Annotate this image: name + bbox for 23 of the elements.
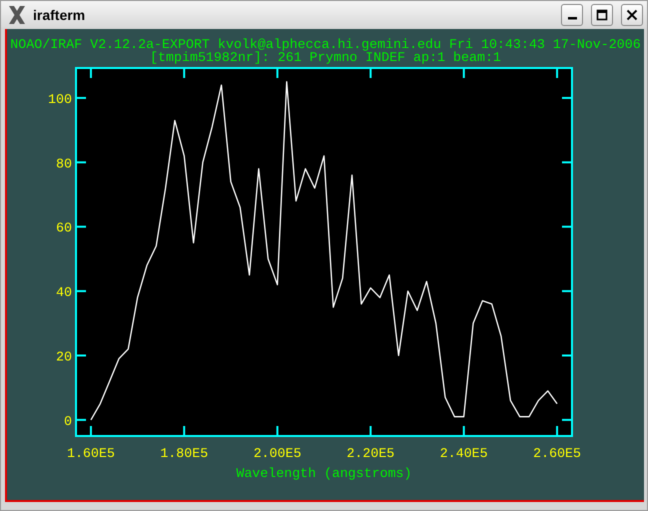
x-tick-label: 2.20E5 (346, 446, 394, 461)
close-button[interactable] (621, 4, 643, 26)
plot-title: [tmpim51982nr]: 261 Prymno INDEF ap:1 beam:1 (150, 51, 502, 64)
y-tick-label: 0 (64, 414, 72, 429)
y-tick-label: 60 (56, 220, 72, 236)
x-tick-label: 1.80E5 (160, 446, 208, 461)
window-title: irafterm (33, 6, 86, 22)
x-tick-label: 2.00E5 (252, 446, 301, 461)
x-logo-icon (7, 4, 27, 24)
maximize-icon (596, 8, 608, 20)
y-tick-label: 40 (56, 285, 72, 300)
minimize-button[interactable] (561, 4, 583, 26)
maximize-button[interactable] (591, 4, 613, 26)
y-tick-label: 80 (56, 156, 72, 172)
x-axis-label: Wavelength (angstroms) (236, 466, 412, 481)
minimize-icon (568, 17, 576, 20)
x-tick-label: 2.60E5 (532, 446, 581, 461)
x-tick-label: 2.40E5 (439, 446, 488, 461)
y-tick-label: 20 (56, 350, 72, 364)
header-text: NOAO/IRAF V2.12.2a-EXPORT kvolk@alphecca.hi.gemini.edu Fri 10:43:43 17-Nov-2006 (10, 38, 641, 51)
y-tick-label: 100 (48, 92, 72, 107)
close-icon (626, 8, 638, 20)
x-tick-label: 1.60E5 (66, 446, 114, 461)
